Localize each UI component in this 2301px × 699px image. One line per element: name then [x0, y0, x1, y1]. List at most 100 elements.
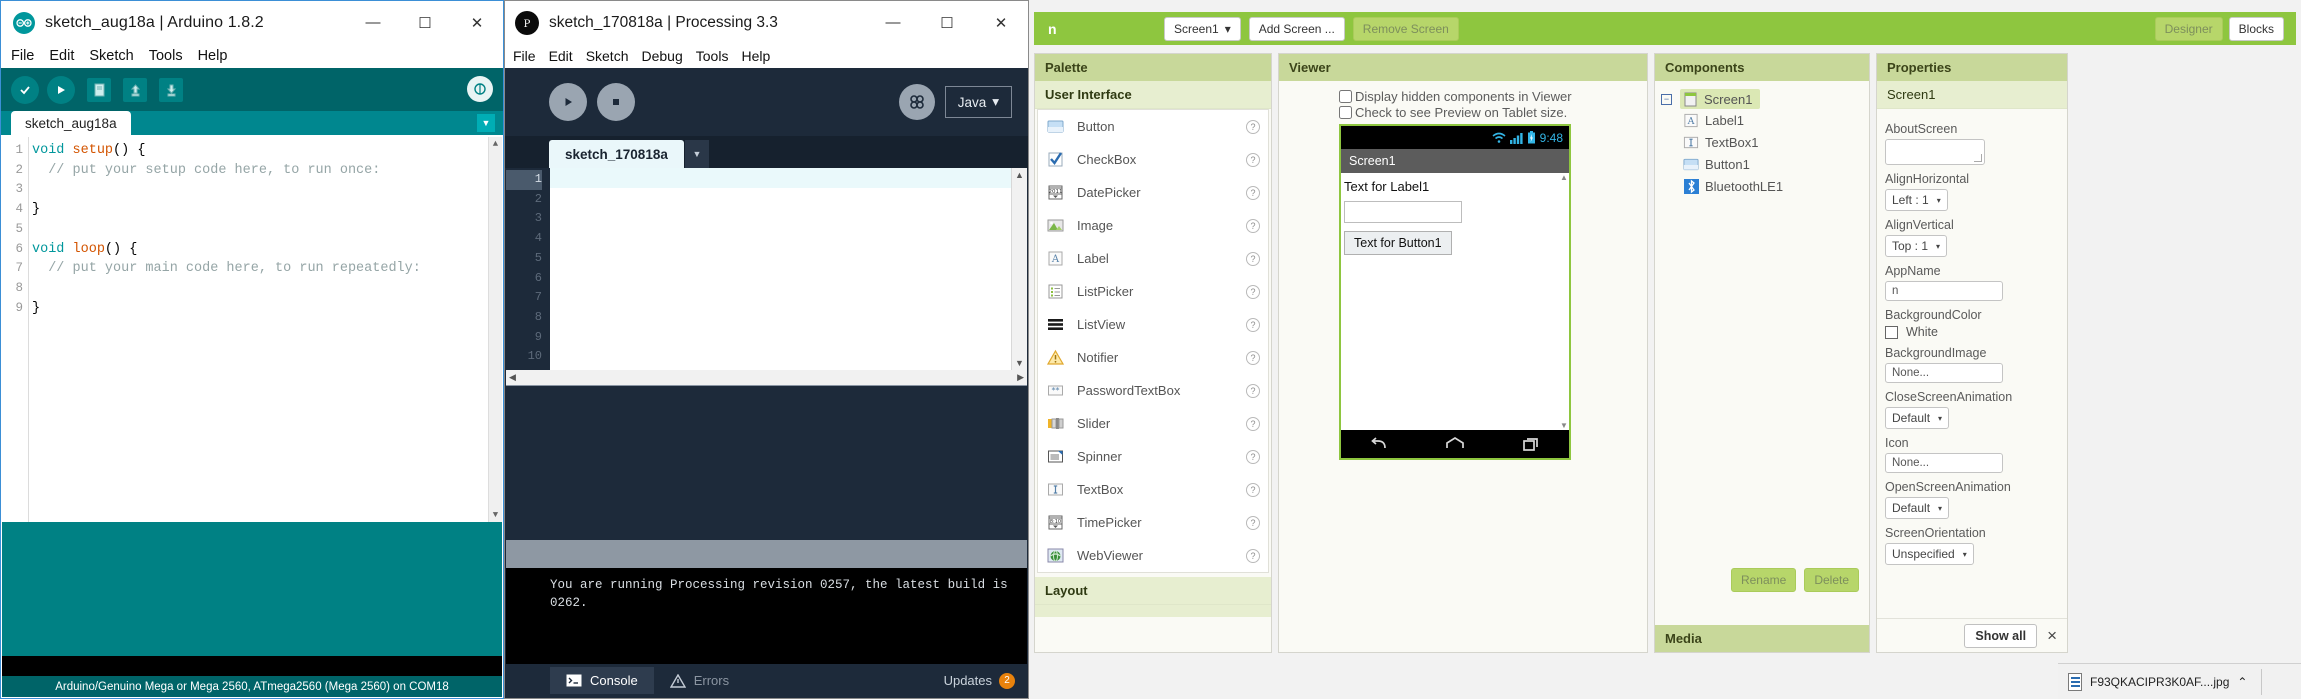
page-scrollbar[interactable] — [2074, 53, 2086, 653]
tablet-preview-row[interactable]: Check to see Preview on Tablet size. — [1339, 105, 1647, 120]
arduino-menu-help[interactable]: Help — [198, 48, 228, 64]
help-icon[interactable]: ? — [1246, 350, 1260, 365]
processing-code-editor[interactable]: 12345678910111213141516171819 ▲▼ — [506, 168, 1027, 541]
help-icon[interactable]: ? — [1246, 548, 1260, 563]
preview-label1[interactable]: Text for Label1 — [1344, 179, 1569, 194]
processing-minimize-button[interactable]: — — [866, 1, 920, 44]
component-tree-item-screen1[interactable]: Screen1 — [1680, 89, 1761, 109]
tab-errors[interactable]: Errors — [654, 667, 745, 694]
component-tree-item-textbox1[interactable]: TextBox1 — [1683, 131, 1758, 153]
arduino-menu-sketch[interactable]: Sketch — [89, 48, 133, 64]
palette-section-user-interface[interactable]: User Interface — [1035, 81, 1271, 109]
new-file-icon[interactable] — [87, 77, 111, 102]
help-icon[interactable]: ? — [1246, 119, 1260, 134]
processing-vertical-scrollbar[interactable]: ▲ ▼ — [1011, 168, 1027, 370]
palette-item-textbox[interactable]: TextBox? — [1038, 473, 1268, 506]
palette-item-image[interactable]: Image? — [1038, 209, 1268, 242]
blocks-button[interactable]: Blocks — [2228, 16, 2284, 41]
arduino-vertical-scrollbar[interactable]: ▲ ▼ — [488, 137, 502, 522]
property-select-openscreenanimation[interactable]: Default ▾ — [1885, 497, 1950, 519]
chevron-down-icon[interactable]: ▼ — [477, 114, 495, 132]
arduino-menu-tools[interactable]: Tools — [149, 48, 183, 64]
processing-menu-debug[interactable]: Debug — [642, 48, 683, 64]
help-icon[interactable]: ? — [1246, 515, 1260, 530]
arduino-menu-edit[interactable]: Edit — [49, 48, 74, 64]
upload-arrow-icon[interactable] — [47, 75, 75, 104]
help-icon[interactable]: ? — [1246, 317, 1260, 332]
display-hidden-components-checkbox[interactable] — [1339, 90, 1352, 103]
palette-item-passwordtextbox[interactable]: ** PasswordTextBox? — [1038, 374, 1268, 407]
property-input-appname[interactable]: n — [1885, 281, 2003, 301]
verify-check-icon[interactable] — [11, 75, 39, 104]
chevron-up-icon[interactable]: ⌃ — [2237, 675, 2247, 689]
palette-item-spinner[interactable]: Spinner? — [1038, 440, 1268, 473]
save-icon[interactable] — [159, 77, 183, 102]
code-line[interactable] — [32, 180, 488, 200]
help-icon[interactable]: ? — [1246, 251, 1260, 266]
code-line[interactable]: } — [32, 299, 488, 319]
arduino-minimize-button[interactable]: — — [347, 1, 399, 44]
arduino-sketch-tab[interactable]: sketch_aug18a — [11, 111, 131, 135]
processing-menu-sketch[interactable]: Sketch — [586, 48, 629, 64]
open-folder-icon[interactable] — [123, 77, 147, 102]
processing-menu-edit[interactable]: Edit — [549, 48, 573, 64]
help-icon[interactable]: ? — [1246, 152, 1260, 167]
processing-code-text[interactable] — [550, 168, 1011, 370]
close-icon[interactable]: × — [2047, 626, 2057, 646]
help-icon[interactable]: ? — [1246, 185, 1260, 200]
screen-selector-dropdown[interactable]: Screen1 ▾ — [1164, 16, 1241, 41]
palette-item-slider[interactable]: Slider? — [1038, 407, 1268, 440]
arduino-code-text[interactable]: void setup() { // put your setup code he… — [28, 137, 488, 522]
processing-horizontal-scrollbar[interactable]: ◀ ▶ — [506, 370, 1027, 385]
palette-item-notifier[interactable]: Notifier? — [1038, 341, 1268, 374]
download-item[interactable]: F93QKACIPR3K0AF....jpg ⌃ — [2068, 668, 2263, 695]
processing-maximize-button[interactable]: ☐ — [920, 1, 974, 44]
add-screen-button[interactable]: Add Screen ... — [1248, 16, 1345, 41]
code-line[interactable]: } — [32, 200, 488, 220]
palette-item-listpicker[interactable]: ListPicker? — [1038, 275, 1268, 308]
code-line[interactable]: // put your setup code here, to run once… — [32, 161, 488, 181]
debug-icon[interactable] — [898, 84, 935, 120]
palette-item-timepicker[interactable]: 8:10 TimePicker? — [1038, 506, 1268, 539]
mode-selector[interactable]: Java ▾ — [944, 86, 1012, 118]
processing-sketch-tab[interactable]: sketch_170818a — [549, 140, 684, 168]
phone-content-area[interactable]: Text for Label1 Text for Button1 ▲ ▼ — [1341, 173, 1569, 430]
arduino-code-editor[interactable]: 1 2 3 4 5 6 7 8 9 void setup() { // put your set… — [2, 137, 502, 522]
run-button[interactable] — [549, 83, 587, 121]
chevron-down-icon[interactable]: ▼ — [685, 140, 709, 168]
tablet-preview-checkbox[interactable] — [1339, 106, 1352, 119]
property-select-alignvertical[interactable]: Top : 1 ▾ — [1885, 235, 1948, 257]
arduino-menu-file[interactable]: File — [11, 48, 34, 64]
component-tree-item-label1[interactable]: A Label1 — [1683, 109, 1744, 131]
palette-item-datepicker[interactable]: 2011 DatePicker? — [1038, 176, 1268, 209]
code-line[interactable]: // put your main code here, to run repea… — [32, 259, 488, 279]
palette-item-checkbox[interactable]: CheckBox? — [1038, 143, 1268, 176]
show-all-button[interactable]: Show all — [1964, 623, 2038, 648]
processing-menu-tools[interactable]: Tools — [696, 48, 729, 64]
expand-collapse-icon[interactable]: − — [1661, 93, 1672, 105]
code-line[interactable] — [32, 279, 488, 299]
updates-indicator[interactable]: Updates 2 — [944, 672, 1015, 689]
phone-scrollbar[interactable]: ▲ ▼ — [1559, 173, 1569, 430]
component-tree-item-button1[interactable]: Button1 — [1683, 153, 1750, 175]
palette-item-label[interactable]: A Label? — [1038, 242, 1268, 275]
processing-close-button[interactable]: ✕ — [974, 1, 1028, 44]
property-color-backgroundcolor[interactable]: White — [1885, 325, 2059, 339]
code-line[interactable] — [32, 220, 488, 240]
processing-menu-help[interactable]: Help — [741, 48, 770, 64]
code-line[interactable]: void setup() { — [32, 141, 488, 161]
code-line[interactable]: void loop() { — [32, 240, 488, 260]
property-select-closescreenanimation[interactable]: Default ▾ — [1885, 407, 1950, 429]
display-hidden-components-row[interactable]: Display hidden components in Viewer — [1339, 89, 1647, 104]
processing-menu-file[interactable]: File — [513, 48, 536, 64]
property-input-icon[interactable]: None... — [1885, 453, 2003, 473]
palette-section-layout[interactable]: Layout — [1035, 577, 1271, 605]
palette-item-webviewer[interactable]: WebViewer? — [1038, 539, 1268, 572]
help-icon[interactable]: ? — [1246, 482, 1260, 497]
property-select-alignhorizontal[interactable]: Left : 1 ▾ — [1885, 189, 1948, 211]
property-textarea-aboutscreen[interactable] — [1885, 139, 1985, 165]
help-icon[interactable]: ? — [1246, 416, 1260, 431]
preview-button1[interactable]: Text for Button1 — [1344, 231, 1452, 255]
processing-console-splitter[interactable] — [506, 540, 1027, 568]
stop-button[interactable] — [597, 83, 635, 121]
